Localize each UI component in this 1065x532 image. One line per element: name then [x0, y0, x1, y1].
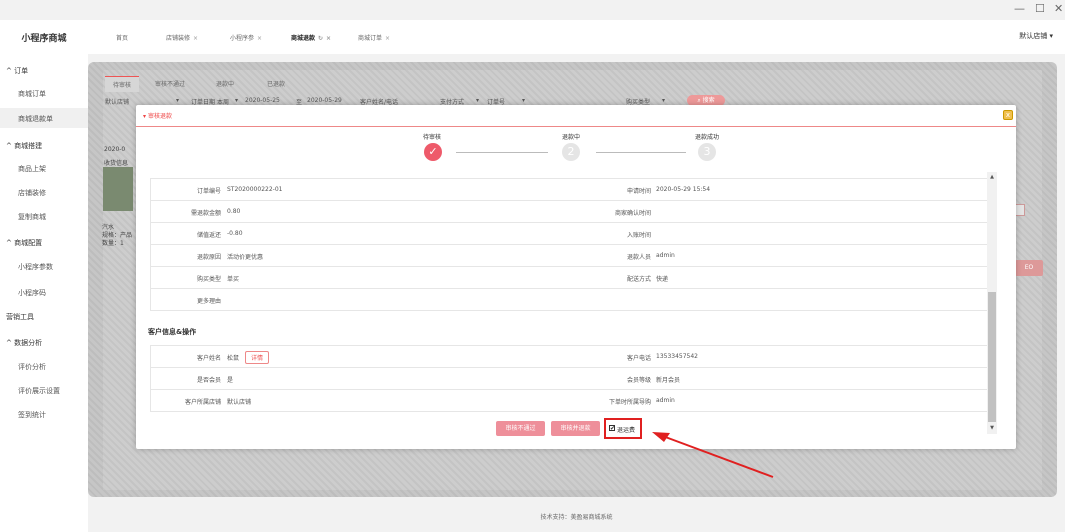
annotation-arrow-icon [652, 432, 774, 478]
footer-credit: 技术支持：美盈易商城系统 [540, 514, 613, 521]
